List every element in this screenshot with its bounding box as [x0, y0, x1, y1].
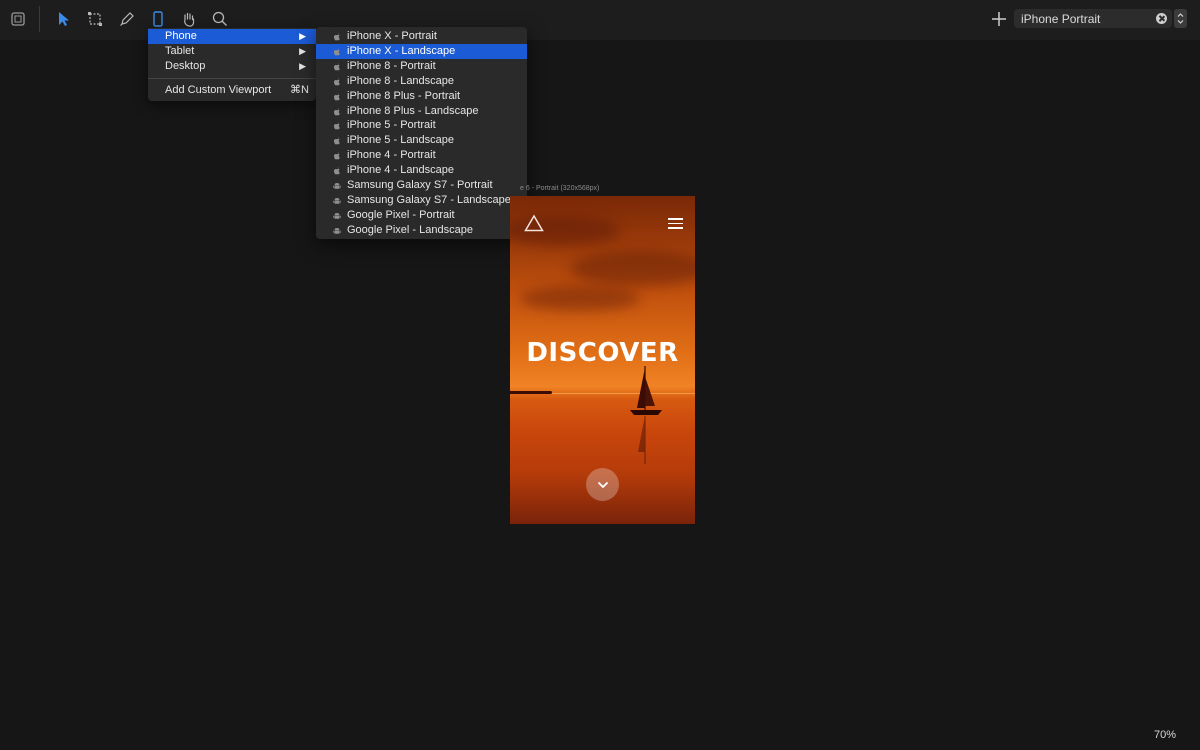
zoom-icon[interactable] [209, 8, 231, 30]
shoreline [510, 391, 552, 394]
hand-icon[interactable] [178, 8, 200, 30]
android-icon [333, 227, 341, 234]
menu-divider [148, 78, 316, 79]
menu-item-add-custom-viewport[interactable]: Add Custom Viewport ⌘N [148, 83, 316, 98]
submenu-item[interactable]: iPhone X - Portrait [316, 29, 527, 44]
sailboat-icon [630, 366, 662, 464]
hero-title: DISCOVER [526, 338, 679, 368]
android-icon [333, 212, 341, 219]
menu-item-phone[interactable]: Phone ▶ [148, 29, 316, 44]
menu-item-label: Add Custom Viewport [165, 84, 272, 96]
logo-icon [524, 214, 544, 232]
menu-item-label: Tablet [165, 45, 195, 57]
viewport-menu: Phone ▶ Tablet ▶ Desktop ▶ Add Custom Vi… [148, 28, 316, 101]
submenu-item-label: iPhone 4 - Portrait [347, 149, 436, 162]
hamburger-menu-icon[interactable] [668, 218, 683, 229]
submenu-arrow-icon: ▶ [299, 31, 306, 41]
apple-icon [333, 152, 340, 160]
submenu-item[interactable]: Samsung Galaxy S7 - Landscape [316, 193, 527, 208]
submenu-item-label: Google Pixel - Landscape [347, 223, 473, 236]
pointer-icon[interactable] [53, 8, 75, 30]
viewport-search-input[interactable] [1014, 9, 1172, 28]
menu-item-desktop[interactable]: Desktop ▶ [148, 59, 316, 74]
submenu-item[interactable]: iPhone 5 - Portrait [316, 118, 527, 133]
apple-icon [333, 63, 340, 71]
submenu-item[interactable]: iPhone 8 - Portrait [316, 59, 527, 74]
panel-toggle-icon[interactable] [7, 8, 29, 30]
scroll-down-button[interactable] [586, 468, 619, 501]
artboard-label: e 6 - Portrait (320x568px) [520, 185, 600, 192]
submenu-item-label: Samsung Galaxy S7 - Portrait [347, 179, 493, 191]
submenu-item-label: iPhone 8 Plus - Portrait [347, 89, 461, 102]
clear-icon[interactable] [1156, 13, 1167, 24]
submenu-arrow-icon: ▶ [299, 46, 306, 56]
submenu-item[interactable]: iPhone 8 Plus - Portrait [316, 89, 527, 104]
shortcut-label: ⌘N [290, 84, 309, 96]
submenu-item[interactable]: iPhone 4 - Landscape [316, 163, 527, 178]
artboard[interactable]: DISCOVER [510, 196, 695, 524]
apple-icon [333, 137, 340, 145]
submenu-item[interactable]: iPhone 8 Plus - Landscape [316, 104, 527, 119]
submenu-item-label: iPhone X - Landscape [347, 44, 456, 57]
submenu-item-label: iPhone 8 - Portrait [347, 59, 436, 72]
submenu-item-label: iPhone 8 - Landscape [347, 74, 455, 87]
pen-icon[interactable] [116, 8, 138, 30]
submenu-item-label: Samsung Galaxy S7 - Landscape [347, 193, 511, 206]
submenu-item[interactable]: Google Pixel - Portrait [316, 208, 527, 223]
submenu-item[interactable]: Samsung Galaxy S7 - Portrait [316, 178, 527, 193]
apple-icon [333, 93, 340, 100]
submenu-item-label: iPhone X - Portrait [347, 30, 437, 42]
submenu-item-label: iPhone 4 - Landscape [347, 164, 455, 177]
viewport-stepper[interactable] [1174, 9, 1187, 28]
menu-item-tablet[interactable]: Tablet ▶ [148, 44, 316, 59]
android-icon [333, 183, 341, 189]
device-icon[interactable] [147, 8, 169, 30]
artboard-icon[interactable] [84, 8, 106, 30]
phone-submenu: iPhone X - Portrait iPhone X - Landscape i… [316, 27, 527, 239]
apple-icon [333, 48, 340, 56]
toolbar-divider [39, 6, 40, 32]
submenu-item-label: Google Pixel - Portrait [347, 208, 455, 221]
apple-icon [333, 122, 340, 130]
zoom-level: 70% [1154, 729, 1177, 741]
add-viewport-button[interactable] [989, 9, 1009, 29]
chevron-down-icon [597, 481, 608, 488]
submenu-arrow-icon: ▶ [299, 61, 306, 71]
submenu-item-label: iPhone 5 - Landscape [347, 134, 455, 147]
submenu-item[interactable]: iPhone 8 - Landscape [316, 74, 527, 89]
android-icon [333, 197, 341, 204]
submenu-item[interactable]: Google Pixel - Landscape [316, 223, 527, 238]
submenu-item[interactable]: iPhone X - Landscape [316, 43, 527, 59]
menu-item-label: Phone [165, 30, 197, 42]
submenu-item[interactable]: iPhone 5 - Landscape [316, 133, 527, 148]
apple-icon [333, 108, 340, 115]
apple-icon [333, 33, 340, 41]
menu-item-label: Desktop [165, 60, 206, 72]
viewport-search [1014, 9, 1172, 28]
submenu-item[interactable]: iPhone 4 - Portrait [316, 148, 527, 163]
submenu-item-label: iPhone 5 - Portrait [347, 119, 436, 132]
cloud [520, 286, 640, 311]
submenu-item-label: iPhone 8 Plus - Landscape [347, 104, 479, 117]
apple-icon [333, 167, 340, 175]
cloud [570, 251, 695, 286]
apple-icon [333, 78, 340, 86]
